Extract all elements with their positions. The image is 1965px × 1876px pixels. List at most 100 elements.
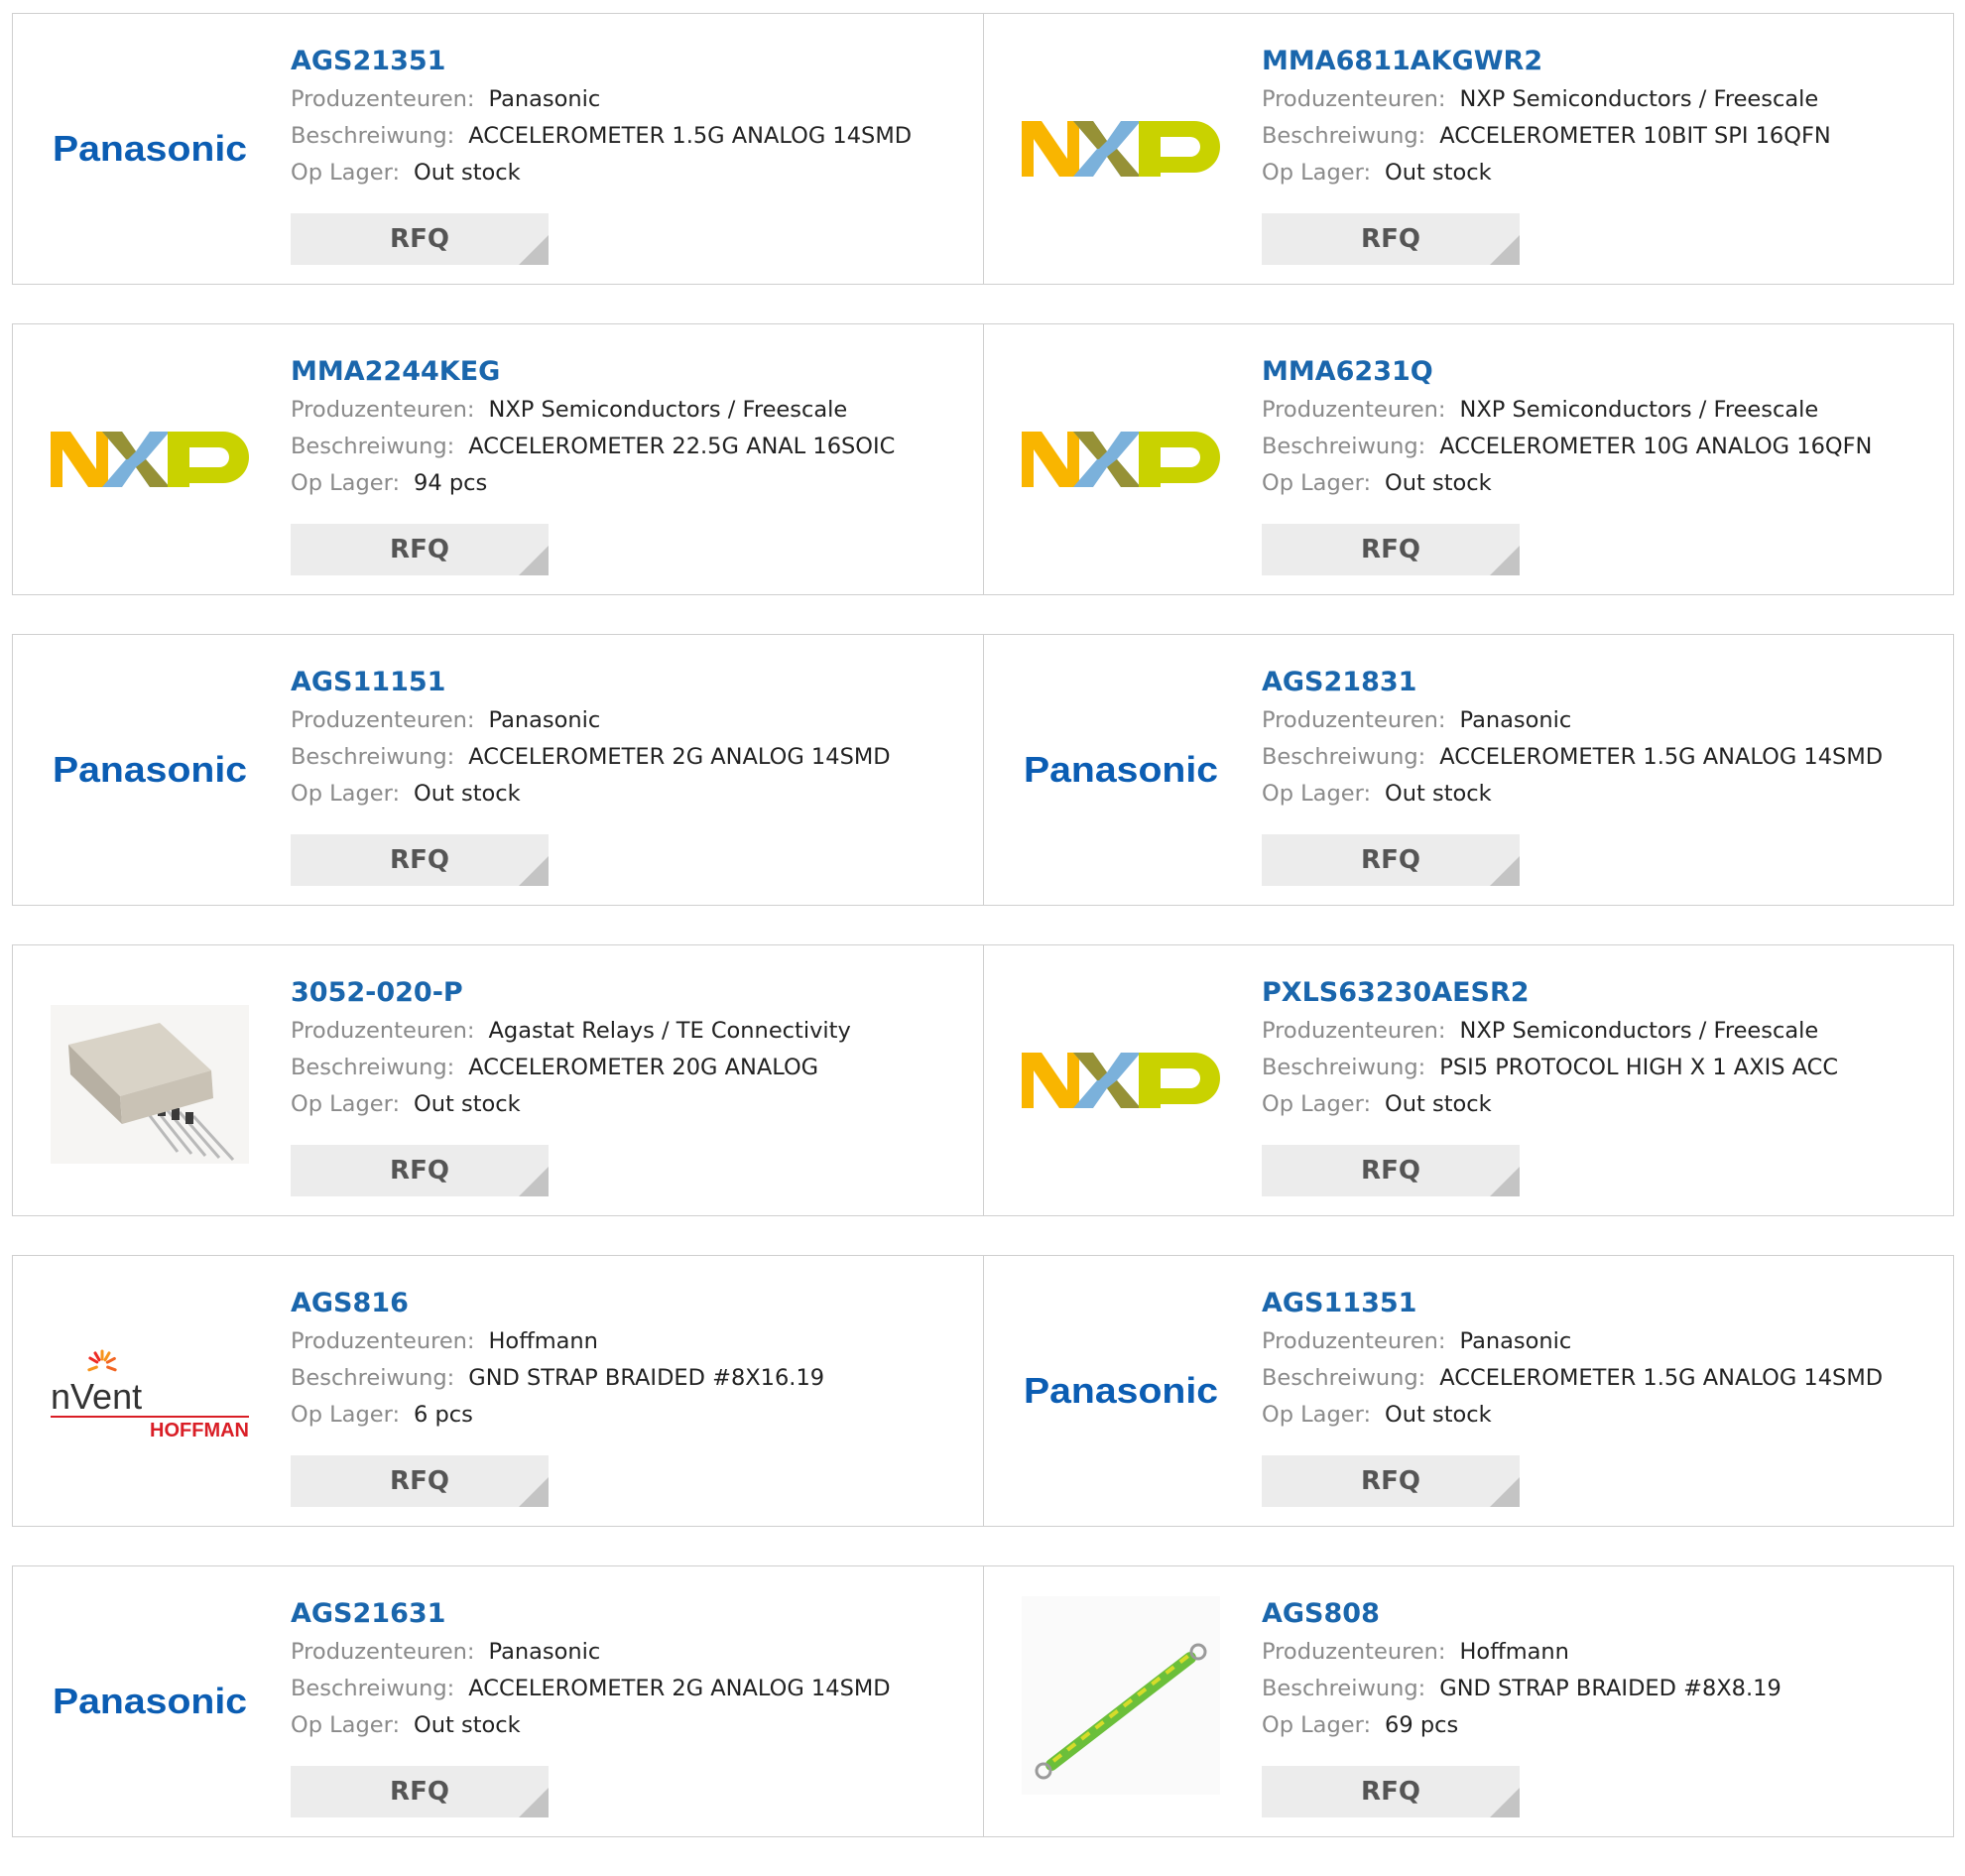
stock-row: Op Lager: Out stock: [291, 1086, 973, 1123]
rfq-button[interactable]: RFQ: [1262, 524, 1520, 575]
stock-value: Out stock: [414, 160, 521, 186]
panasonic-logo: Panasonic: [51, 1646, 249, 1757]
product-card: AGS808 Produzenteuren: Hoffmann Beschreiw…: [983, 1566, 1953, 1836]
product-info: AGS21631 Produzenteuren: Panasonic Beschr…: [291, 1594, 973, 1744]
part-number-link[interactable]: AGS11151: [291, 663, 445, 702]
rfq-button-label: RFQ: [390, 1156, 449, 1186]
rfq-button[interactable]: RFQ: [1262, 213, 1520, 265]
nxp-mark: [1022, 121, 1220, 177]
stock-label: Op Lager:: [1262, 1091, 1372, 1117]
manufacturer-value: Panasonic: [488, 707, 601, 733]
part-number-link[interactable]: AGS21631: [291, 1594, 445, 1634]
stock-value: Out stock: [414, 1091, 521, 1117]
stock-value: Out stock: [1385, 1402, 1492, 1428]
rfq-button-label: RFQ: [390, 1466, 449, 1496]
manufacturer-row: Produzenteuren: Agastat Relays / TE Conne…: [291, 1013, 973, 1050]
product-info: 3052-020-P Produzenteuren: Agastat Relays…: [291, 973, 973, 1123]
description-label: Beschreiwung:: [1262, 1055, 1426, 1080]
nxp-logo: [51, 404, 249, 515]
manufacturer-row: Produzenteuren: Panasonic: [1262, 702, 1943, 739]
corner-fold-icon: [1490, 856, 1520, 886]
description-label: Beschreiwung:: [291, 123, 455, 149]
part-number-link[interactable]: AGS21351: [291, 42, 445, 81]
nvent-logo-text: nVent: [51, 1376, 142, 1417]
part-number-link[interactable]: MMA2244KEG: [291, 352, 500, 392]
description-label: Beschreiwung:: [1262, 1365, 1426, 1391]
product-info: PXLS63230AESR2 Produzenteuren: NXP Semico…: [1262, 973, 1943, 1123]
description-value: PSI5 PROTOCOL HIGH X 1 AXIS ACC: [1439, 1055, 1839, 1080]
manufacturer-label: Produzenteuren:: [1262, 1639, 1446, 1665]
manufacturer-row: Produzenteuren: Panasonic: [1262, 1323, 1943, 1360]
description-value: ACCELEROMETER 22.5G ANAL 16SOIC: [468, 434, 896, 459]
nxp-mark: [1022, 1053, 1220, 1108]
description-row: Beschreiwung: ACCELEROMETER 2G ANALOG 14S…: [291, 739, 973, 776]
part-number-link[interactable]: 3052-020-P: [291, 973, 463, 1013]
rfq-button[interactable]: RFQ: [291, 834, 549, 886]
stock-value: Out stock: [1385, 1091, 1492, 1117]
manufacturer-value: Panasonic: [488, 1639, 601, 1665]
part-number-link[interactable]: PXLS63230AESR2: [1262, 973, 1530, 1013]
description-value: ACCELEROMETER 10G ANALOG 16QFN: [1439, 434, 1873, 459]
description-row: Beschreiwung: ACCELEROMETER 2G ANALOG 14S…: [291, 1671, 973, 1707]
rfq-button[interactable]: RFQ: [291, 1766, 549, 1817]
manufacturer-row: Produzenteuren: NXP Semiconductors / Free…: [1262, 392, 1943, 429]
description-row: Beschreiwung: ACCELEROMETER 10BIT SPI 16Q…: [1262, 118, 1943, 155]
corner-fold-icon: [519, 235, 549, 265]
nvent-sun-icon: [87, 1349, 117, 1372]
rfq-button-label: RFQ: [1361, 845, 1420, 875]
stock-label: Op Lager:: [291, 470, 401, 496]
description-value: ACCELEROMETER 1.5G ANALOG 14SMD: [1439, 744, 1884, 770]
manufacturer-value: NXP Semiconductors / Freescale: [488, 397, 848, 423]
rfq-button[interactable]: RFQ: [291, 524, 549, 575]
manufacturer-label: Produzenteuren:: [1262, 1018, 1446, 1044]
description-row: Beschreiwung: ACCELEROMETER 10G ANALOG 16…: [1262, 429, 1943, 465]
corner-fold-icon: [1490, 1788, 1520, 1817]
description-row: Beschreiwung: PSI5 PROTOCOL HIGH X 1 AXIS…: [1262, 1050, 1943, 1086]
rfq-button[interactable]: RFQ: [1262, 1455, 1520, 1507]
stock-label: Op Lager:: [1262, 1402, 1372, 1428]
rfq-button[interactable]: RFQ: [291, 1455, 549, 1507]
part-number-link[interactable]: AGS816: [291, 1284, 409, 1323]
part-number-link[interactable]: MMA6231Q: [1262, 352, 1433, 392]
nxp-mark: [1022, 432, 1220, 487]
manufacturer-label: Produzenteuren:: [291, 1639, 475, 1665]
description-value: ACCELEROMETER 1.5G ANALOG 14SMD: [468, 123, 913, 149]
stock-value: 69 pcs: [1385, 1712, 1459, 1738]
panasonic-logo: Panasonic: [1022, 1335, 1220, 1446]
part-number-link[interactable]: MMA6811AKGWR2: [1262, 42, 1542, 81]
panasonic-logo-text: Panasonic: [53, 749, 247, 790]
part-number-link[interactable]: AGS808: [1262, 1594, 1380, 1634]
manufacturer-value: Panasonic: [488, 86, 601, 112]
stock-label: Op Lager:: [1262, 1712, 1372, 1738]
stock-label: Op Lager:: [1262, 160, 1372, 186]
manufacturer-row: Produzenteuren: Panasonic: [291, 702, 973, 739]
panasonic-logo: Panasonic: [51, 93, 249, 204]
product-info: AGS21351 Produzenteuren: Panasonic Beschr…: [291, 42, 973, 191]
product-info: AGS11351 Produzenteuren: Panasonic Beschr…: [1262, 1284, 1943, 1434]
rfq-button[interactable]: RFQ: [291, 213, 549, 265]
product-info: MMA6231Q Produzenteuren: NXP Semiconducto…: [1262, 352, 1943, 502]
stock-label: Op Lager:: [291, 781, 401, 807]
part-number-link[interactable]: AGS21831: [1262, 663, 1416, 702]
rfq-button[interactable]: RFQ: [1262, 834, 1520, 886]
panasonic-logo: Panasonic: [1022, 714, 1220, 825]
manufacturer-value: NXP Semiconductors / Freescale: [1459, 86, 1819, 112]
part-number-link[interactable]: AGS11351: [1262, 1284, 1416, 1323]
product-info: MMA2244KEG Produzenteuren: NXP Semiconduc…: [291, 352, 973, 502]
rfq-button-label: RFQ: [390, 535, 449, 564]
rfq-button-label: RFQ: [390, 1777, 449, 1807]
manufacturer-value: Agastat Relays / TE Connectivity: [488, 1018, 851, 1044]
description-row: Beschreiwung: ACCELEROMETER 22.5G ANAL 16…: [291, 429, 973, 465]
manufacturer-label: Produzenteuren:: [1262, 397, 1446, 423]
stock-row: Op Lager: Out stock: [1262, 155, 1943, 191]
ground-strap-photo: [1022, 1596, 1220, 1795]
rfq-button[interactable]: RFQ: [1262, 1766, 1520, 1817]
rfq-button[interactable]: RFQ: [1262, 1145, 1520, 1196]
manufacturer-label: Produzenteuren:: [1262, 707, 1446, 733]
manufacturer-label: Produzenteuren:: [291, 86, 475, 112]
rfq-button-label: RFQ: [1361, 535, 1420, 564]
stock-row: Op Lager: Out stock: [1262, 776, 1943, 813]
rfq-button[interactable]: RFQ: [291, 1145, 549, 1196]
manufacturer-value: Panasonic: [1459, 1328, 1572, 1354]
product-row: Panasonic AGS21351 Produzenteuren: Panaso…: [12, 13, 1954, 285]
